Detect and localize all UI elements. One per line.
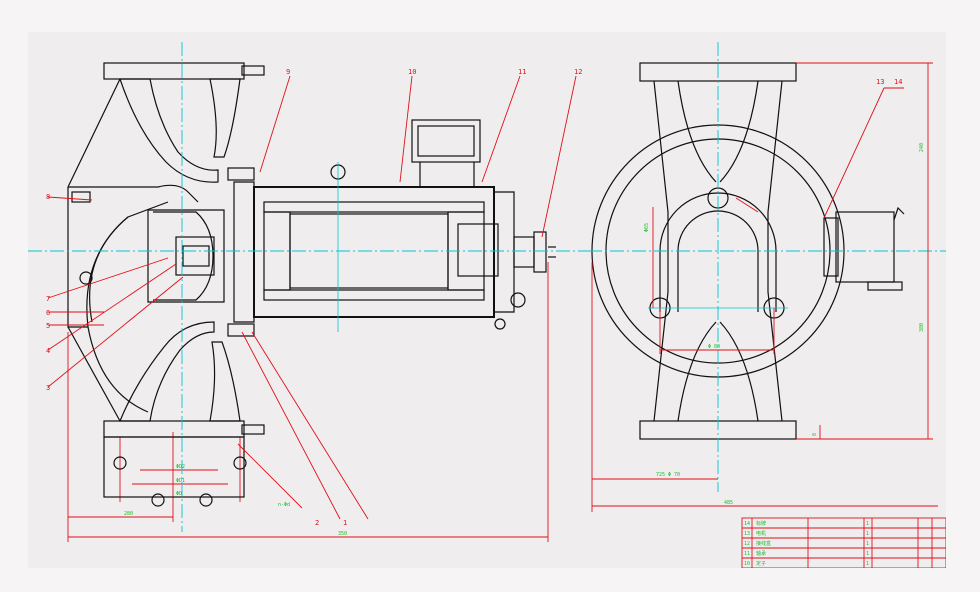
part-leaders [47, 75, 577, 520]
part-number-label: 9 [286, 68, 290, 76]
dimension-label: 280 [124, 511, 133, 517]
dimension-label: 725 [656, 472, 665, 478]
title-block-cell: 定子 [756, 560, 766, 567]
part-number-label: 2 [315, 519, 319, 527]
pump-casing-section [67, 62, 549, 542]
title-block-cell: 11 [744, 551, 750, 557]
dimension-label: 350 [338, 531, 347, 537]
title-block-cell: 电机 [756, 530, 766, 537]
dimension-label: 8 [812, 433, 818, 436]
dimension-label: n-Φd [278, 502, 290, 508]
drawing-sheet: 1 2 3 4 5 6 7 8 9 10 11 12 13 14 350 380 240 Φ 70 485 ΦD ΦD1… [28, 32, 947, 569]
part-number-label: 14 [894, 78, 902, 86]
dimension-label: Φ 70 [668, 472, 680, 478]
dimension-label: ΦD1 [176, 478, 185, 484]
part-number-label: 1 [343, 519, 347, 527]
motor-section [233, 119, 556, 330]
title-block-cell: 14 [744, 521, 750, 527]
title-block-cell: 13 [744, 531, 750, 537]
part-number-label: 12 [574, 68, 582, 76]
drawing-viewer: 1 2 3 4 5 6 7 8 9 10 11 12 13 14 350 380 240 Φ 70 485 ΦD ΦD1… [0, 0, 980, 592]
part-number-label: 10 [408, 68, 416, 76]
title-block-cell: 1 [866, 541, 869, 547]
dimension-label: Φ 80 [708, 344, 720, 350]
title-block-cell: 标牌 [756, 520, 766, 527]
dimension-label: 380 [919, 323, 925, 332]
part-number-label: 11 [518, 68, 526, 76]
title-block-cell: 1 [866, 561, 869, 567]
title-block-cell: 1 [866, 551, 869, 557]
dimension-lines-right [591, 62, 938, 512]
dimension-label: 240 [919, 143, 925, 152]
part-number-label: 6 [46, 309, 50, 317]
part-number-label: 3 [46, 384, 50, 392]
part-number-label: 4 [46, 347, 50, 355]
title-block-cell: 10 [744, 561, 750, 567]
part-number-label: 13 [876, 78, 884, 86]
dimension-label: ΦD2 [176, 464, 185, 470]
dimension-label: 485 [724, 500, 733, 506]
center-lines-right [588, 42, 946, 492]
part-number-label: 8 [46, 193, 50, 201]
pump-assembly-drawing: 123456789 10 11 1213 14350380240Φ 70485ΦDΦD1… [28, 42, 947, 569]
dimension-label: Φ65 [644, 223, 650, 232]
title-block-text: 14 标牌 113 电机 112 接线盒 111 轴承 110 定子 1 [744, 520, 869, 567]
title-block-cell: 轴承 [756, 550, 766, 557]
part-number-label: 5 [46, 322, 50, 330]
title-block-cell: 12 [744, 541, 750, 547]
title-block-cell: 1 [866, 521, 869, 527]
title-block-cell: 接线盒 [756, 540, 771, 547]
dimension-label: ΦD [176, 491, 182, 497]
part-number-label: 7 [46, 295, 50, 303]
title-block-cell: 1 [866, 531, 869, 537]
title-block [741, 517, 947, 569]
